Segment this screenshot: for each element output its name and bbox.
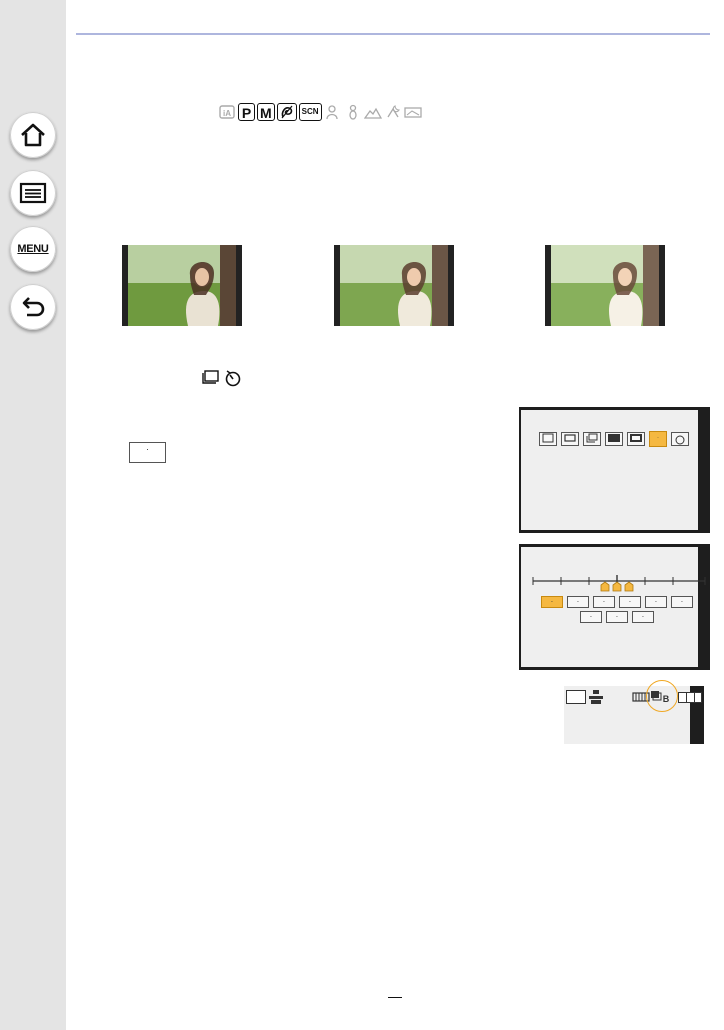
header-divider <box>76 33 710 35</box>
night-icon <box>384 103 402 121</box>
scene-mode-icon: SCN <box>298 103 322 121</box>
bracket-mode-icon: B <box>651 691 670 704</box>
menu-button[interactable]: MENU <box>10 226 56 272</box>
post-focus-tile[interactable] <box>627 432 645 446</box>
intelligent-auto-icon: iA <box>218 103 236 121</box>
bracket-option-6[interactable]: · <box>671 596 693 608</box>
single-shot-tile[interactable] <box>561 432 579 446</box>
svg-text:iA: iA <box>223 109 231 118</box>
mode-box <box>566 690 586 704</box>
self-timer-icon <box>225 370 241 387</box>
applicable-modes: iA P M SCN <box>218 103 422 121</box>
contents-button[interactable] <box>10 170 56 216</box>
menu-label: MENU <box>17 243 49 255</box>
bracket-option-3[interactable]: · <box>593 596 615 608</box>
bracket-option-2[interactable]: · <box>567 596 589 608</box>
drive-mode-icons <box>200 369 242 387</box>
recording-screen-crop: B <box>564 680 704 744</box>
bracket-option-1[interactable]: · <box>541 596 563 608</box>
svg-text:B: B <box>663 694 670 704</box>
bracket-option-5[interactable]: · <box>645 596 667 608</box>
button-key: · <box>129 442 166 463</box>
manual-mode-icon: M <box>257 103 275 121</box>
bracket-option-4[interactable]: · <box>619 596 641 608</box>
sample-photo-2 <box>334 245 454 326</box>
single-tile[interactable] <box>539 432 557 446</box>
bracket-option-9[interactable]: · <box>632 611 654 623</box>
self-timer-tile[interactable] <box>671 432 689 446</box>
list-icon <box>19 182 47 204</box>
sidebar: MENU <box>0 0 66 1030</box>
burst-tile[interactable] <box>583 432 601 446</box>
program-mode-icon: P <box>238 103 255 121</box>
bracket-screen: · · · · · · · · · <box>519 544 710 670</box>
landscape-icon <box>363 103 382 121</box>
panorama-icon <box>403 103 422 121</box>
return-arrow-icon <box>22 297 45 317</box>
exposure-scale <box>532 575 706 592</box>
battery-icon <box>678 692 702 703</box>
baby-icon <box>344 103 362 121</box>
4k-photo-tile[interactable] <box>605 432 623 446</box>
size-icon <box>589 690 603 704</box>
bracket-option-8[interactable]: · <box>606 611 628 623</box>
drive-mode-screen: · <box>519 407 710 533</box>
sample-photo-3 <box>545 245 665 326</box>
page-number-underline <box>388 997 402 998</box>
home-button[interactable] <box>10 112 56 158</box>
back-button[interactable] <box>10 284 56 330</box>
bracket-option-7[interactable]: · <box>580 611 602 623</box>
sample-photo-1 <box>122 245 242 326</box>
selected-bracket-tile[interactable]: · <box>649 431 667 447</box>
creative-control-icon <box>276 103 297 121</box>
home-icon <box>21 123 45 147</box>
portrait-icon <box>324 103 342 121</box>
burst-icon <box>202 370 219 384</box>
